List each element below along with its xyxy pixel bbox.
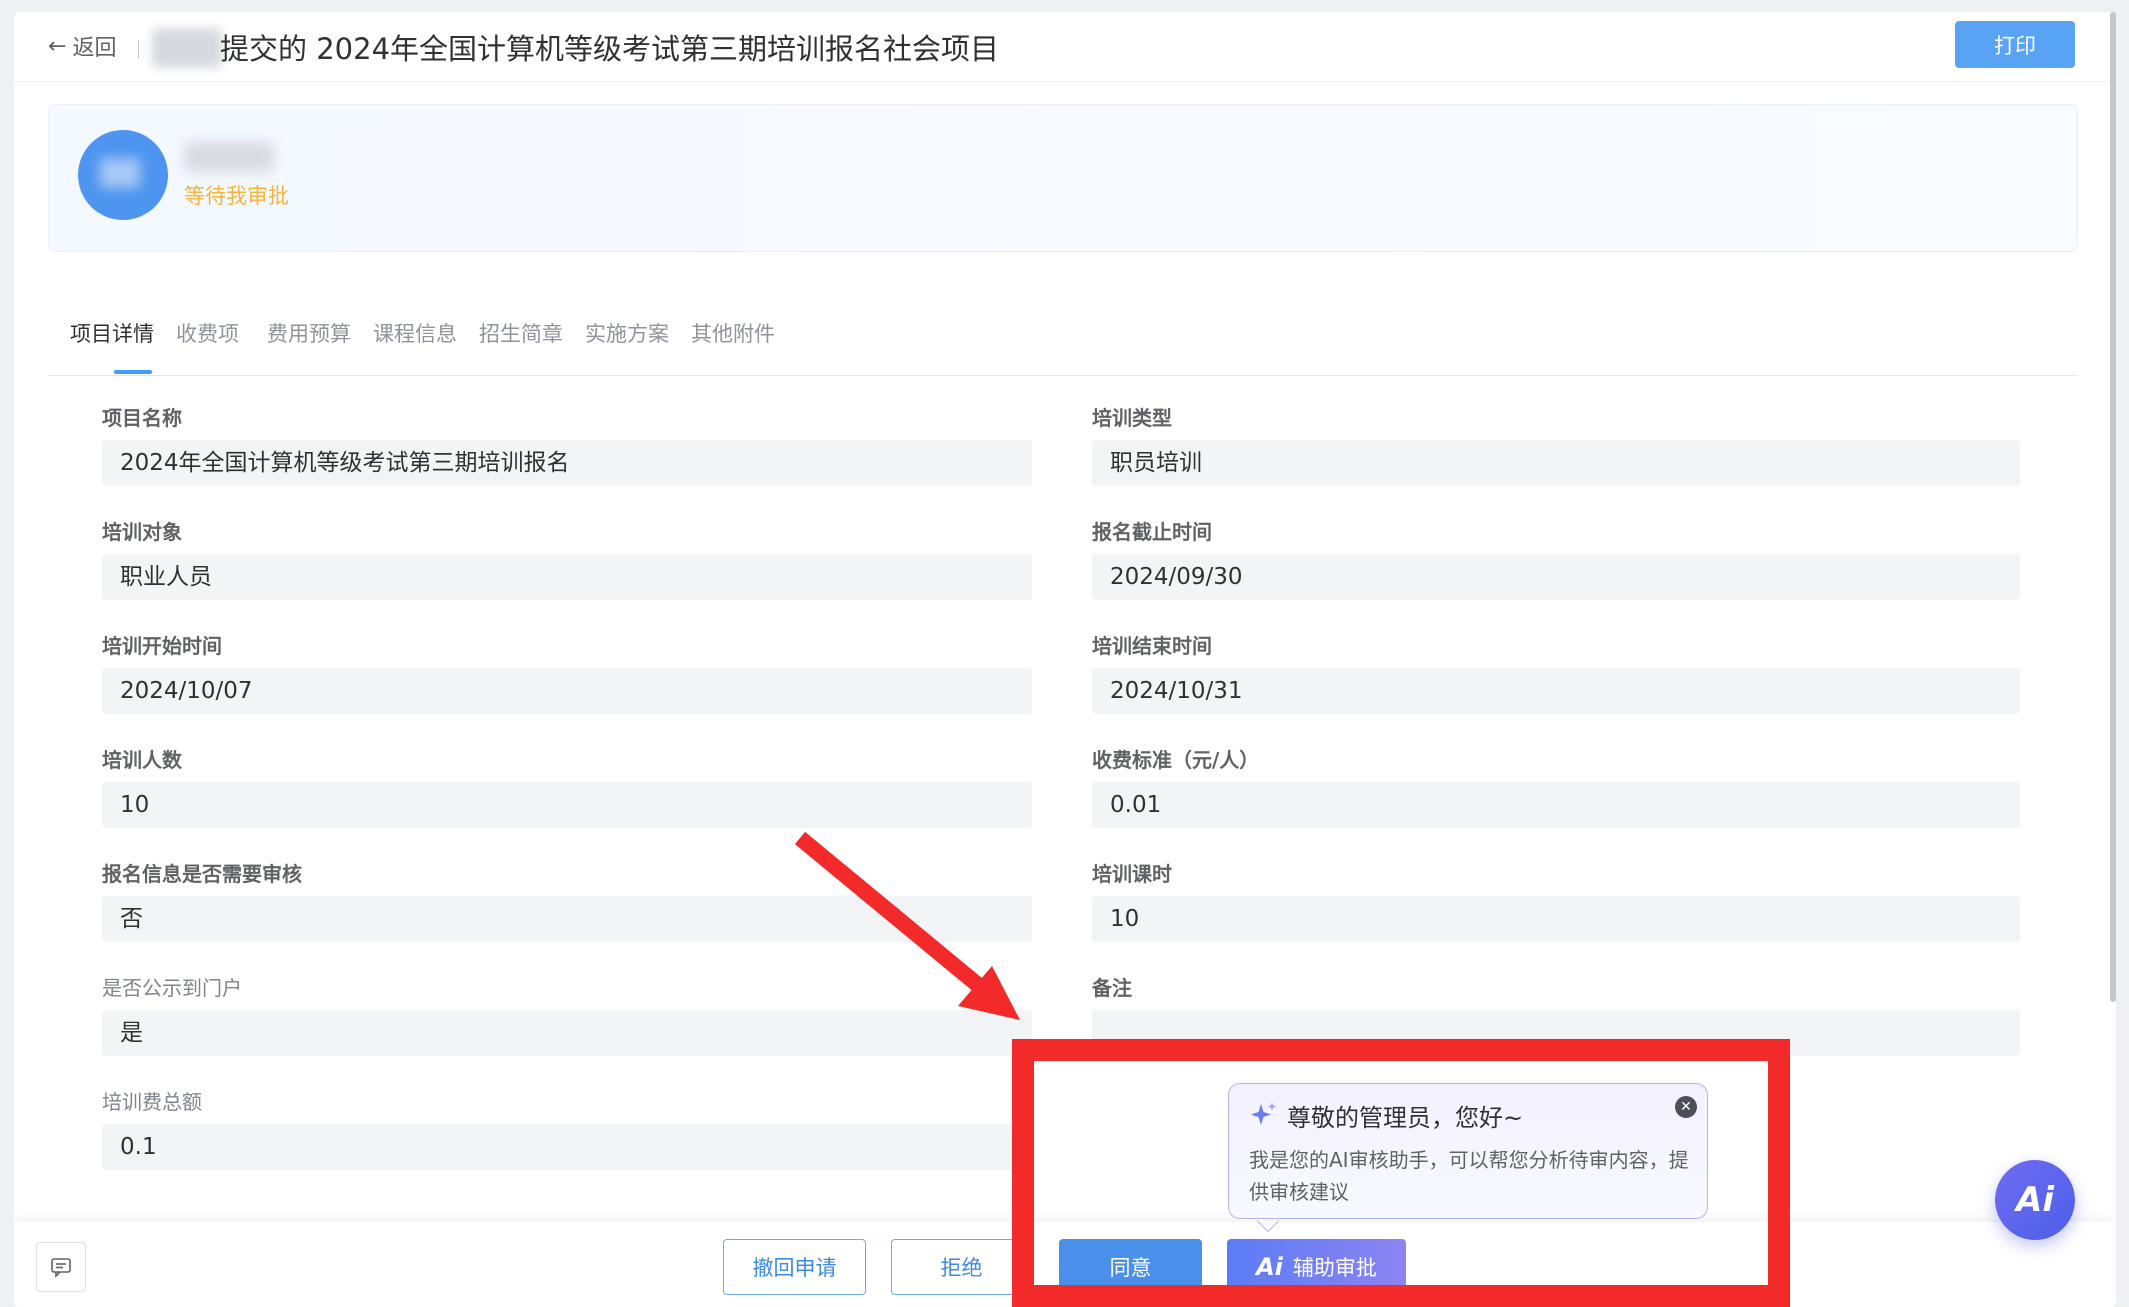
redacted-applicant-name bbox=[184, 142, 274, 172]
fee-standard-value: 0.01 bbox=[1092, 782, 2020, 828]
header-divider bbox=[138, 40, 139, 58]
approval-page: ← 返回 提交的 2024年全国计算机等级考试第三期培训报名社会项目 打印 等待… bbox=[14, 12, 2116, 1307]
sparkle-icon bbox=[1251, 1102, 1277, 1125]
publish-portal-label: 是否公示到门户 bbox=[102, 976, 242, 1000]
tab-budget[interactable]: 费用预算 bbox=[267, 318, 351, 348]
project-name-value: 2024年全国计算机等级考试第三期培训报名 bbox=[102, 440, 1032, 486]
arrow-left-icon: ← bbox=[48, 33, 67, 59]
deadline-value: 2024/09/30 bbox=[1092, 554, 2020, 600]
count-label: 培训人数 bbox=[102, 748, 182, 772]
tab-implementation-plan[interactable]: 实施方案 bbox=[585, 318, 669, 348]
tab-admission-brochure[interactable]: 招生简章 bbox=[479, 318, 563, 348]
comment-button[interactable] bbox=[36, 1242, 86, 1292]
status-badge: 等待我审批 bbox=[184, 184, 289, 208]
comment-icon bbox=[51, 1258, 71, 1278]
redacted-avatar-initials bbox=[100, 158, 140, 188]
hours-label: 培训课时 bbox=[1092, 862, 1172, 886]
tab-course-info[interactable]: 课程信息 bbox=[373, 318, 457, 348]
total-fee-value: 0.1 bbox=[102, 1124, 1032, 1170]
remark-label: 备注 bbox=[1092, 976, 1132, 1000]
reject-button[interactable]: 拒绝 bbox=[891, 1239, 1032, 1295]
redacted-submitter-name bbox=[152, 28, 222, 68]
need-review-label: 报名信息是否需要审核 bbox=[102, 862, 302, 886]
ai-icon: Ai bbox=[1256, 1253, 1283, 1281]
count-value: 10 bbox=[102, 782, 1032, 828]
publish-portal-value: 是 bbox=[102, 1010, 1032, 1056]
ai-assistant-tooltip: 尊敬的管理员，您好~ ✕ 我是您的AI审核助手，可以帮您分析待审内容，提供审核建… bbox=[1228, 1083, 1708, 1219]
applicant-card bbox=[48, 104, 2078, 252]
ai-tip-title: 尊敬的管理员，您好~ bbox=[1287, 1104, 1524, 1132]
ai-fab-icon: Ai bbox=[2016, 1180, 2054, 1220]
close-icon[interactable]: ✕ bbox=[1675, 1096, 1697, 1118]
active-tab-indicator bbox=[114, 370, 152, 374]
scrollbar[interactable] bbox=[2110, 12, 2116, 1002]
ai-assist-button[interactable]: Ai 辅助审批 bbox=[1227, 1239, 1406, 1295]
ai-tip-body: 我是您的AI审核助手，可以帮您分析待审内容，提供审核建议 bbox=[1249, 1148, 1689, 1204]
back-button[interactable]: ← 返回 bbox=[48, 30, 116, 62]
training-target-label: 培训对象 bbox=[102, 520, 182, 544]
tab-other-attachments[interactable]: 其他附件 bbox=[691, 318, 775, 348]
ai-assistant-fab[interactable]: Ai bbox=[1995, 1160, 2075, 1240]
avatar bbox=[78, 130, 168, 220]
total-fee-label: 培训费总额 bbox=[102, 1090, 202, 1114]
training-type-label: 培训类型 bbox=[1092, 406, 1172, 430]
tab-project-details[interactable]: 项目详情 bbox=[70, 318, 154, 348]
training-target-value: 职业人员 bbox=[102, 554, 1032, 600]
page-header: ← 返回 提交的 2024年全国计算机等级考试第三期培训报名社会项目 打印 bbox=[14, 12, 2116, 82]
start-time-value: 2024/10/07 bbox=[102, 668, 1032, 714]
deadline-label: 报名截止时间 bbox=[1092, 520, 1212, 544]
withdraw-button[interactable]: 撤回申请 bbox=[723, 1239, 866, 1295]
need-review-value: 否 bbox=[102, 896, 1032, 942]
print-button[interactable]: 打印 bbox=[1955, 21, 2075, 68]
back-label: 返回 bbox=[72, 36, 117, 61]
tab-bar: 项目详情 收费项 费用预算 课程信息 招生简章 实施方案 其他附件 bbox=[48, 294, 2078, 376]
ai-assist-label: 辅助审批 bbox=[1292, 1256, 1377, 1280]
start-time-label: 培训开始时间 bbox=[102, 634, 222, 658]
remark-value bbox=[1092, 1010, 2020, 1056]
end-time-label: 培训结束时间 bbox=[1092, 634, 1212, 658]
hours-value: 10 bbox=[1092, 896, 2020, 942]
end-time-value: 2024/10/31 bbox=[1092, 668, 2020, 714]
fee-standard-label: 收费标准（元/人） bbox=[1092, 748, 1260, 772]
project-name-label: 项目名称 bbox=[102, 406, 182, 430]
training-type-value: 职员培训 bbox=[1092, 440, 2020, 486]
approve-button[interactable]: 同意 bbox=[1059, 1239, 1202, 1295]
tab-fee-items[interactable]: 收费项 bbox=[176, 318, 239, 348]
page-title: 提交的 2024年全国计算机等级考试第三期培训报名社会项目 bbox=[220, 32, 1000, 66]
